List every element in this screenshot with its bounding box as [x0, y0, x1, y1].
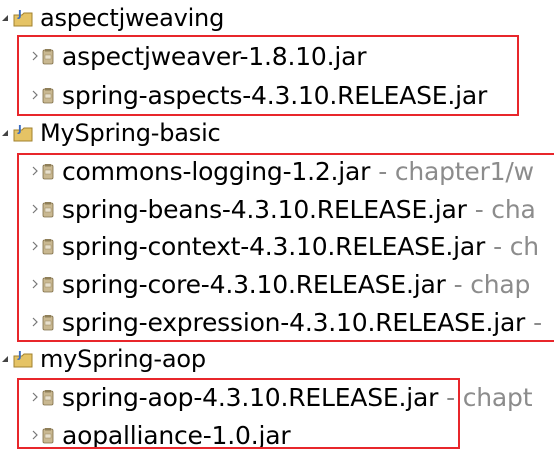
jar-icon	[42, 314, 54, 331]
chevron-collapsed-icon[interactable]	[30, 88, 40, 102]
jar-location-decoration: - chap	[453, 269, 531, 299]
jar-name: spring-beans-4.3.10.RELEASE.jar	[62, 194, 467, 224]
jar-name: spring-context-4.3.10.RELEASE.jar	[62, 231, 486, 261]
chevron-collapsed-icon[interactable]	[30, 164, 40, 178]
chevron-collapsed-icon[interactable]	[30, 277, 40, 291]
jar-icon	[42, 238, 54, 255]
chevron-collapsed-icon[interactable]	[30, 239, 40, 253]
jar-location-decoration: - chapt	[446, 382, 533, 412]
jar-name: commons-logging-1.2.jar	[62, 156, 371, 186]
jar-icon	[42, 201, 54, 218]
jar-location-decoration: - ch	[493, 231, 539, 261]
project-row-myspring-aop[interactable]: J mySpring-aop	[0, 343, 206, 375]
jar-row[interactable]: spring-core-4.3.10.RELEASE.jar - chap	[0, 266, 530, 302]
jar-icon	[42, 87, 54, 104]
jar-row[interactable]: aopalliance-1.0.jar	[0, 417, 291, 453]
chevron-expanded-icon[interactable]	[0, 126, 10, 140]
jar-row[interactable]: spring-beans-4.3.10.RELEASE.jar - cha	[0, 191, 536, 227]
java-project-icon: J	[12, 348, 36, 370]
jar-icon	[42, 276, 54, 293]
jar-location-decoration: - cha	[474, 194, 536, 224]
svg-text:J: J	[17, 9, 22, 20]
project-name: MySpring-basic	[40, 119, 221, 147]
java-project-icon: J	[12, 122, 36, 144]
jar-row[interactable]: spring-aspects-4.3.10.RELEASE.jar	[0, 77, 487, 113]
jar-icon	[42, 427, 54, 444]
chevron-collapsed-icon[interactable]	[30, 49, 40, 63]
jar-icon	[42, 163, 54, 180]
project-name: mySpring-aop	[40, 345, 206, 373]
chevron-expanded-icon[interactable]	[0, 11, 10, 25]
svg-text:J: J	[17, 124, 22, 135]
chevron-collapsed-icon[interactable]	[30, 428, 40, 442]
jar-row[interactable]: spring-context-4.3.10.RELEASE.jar - ch	[0, 228, 539, 264]
project-row-aspectjweaving[interactable]: J aspectjweaving	[0, 2, 224, 34]
jar-icon	[42, 389, 54, 406]
jar-row[interactable]: aspectjweaver-1.8.10.jar	[0, 38, 367, 74]
project-name: aspectjweaving	[40, 4, 225, 32]
project-row-myspring-basic[interactable]: J MySpring-basic	[0, 117, 221, 149]
chevron-expanded-icon[interactable]	[0, 352, 10, 366]
jar-location-decoration: -	[533, 307, 542, 337]
svg-text:J: J	[17, 350, 22, 361]
jar-row[interactable]: commons-logging-1.2.jar - chapter1/w	[0, 153, 534, 189]
jar-name: spring-core-4.3.10.RELEASE.jar	[62, 269, 446, 299]
jar-row[interactable]: spring-aop-4.3.10.RELEASE.jar - chapt	[0, 379, 533, 415]
jar-name: spring-aspects-4.3.10.RELEASE.jar	[62, 80, 488, 110]
jar-name: spring-expression-4.3.10.RELEASE.jar	[62, 307, 526, 337]
jar-row[interactable]: spring-expression-4.3.10.RELEASE.jar -	[0, 304, 542, 340]
jar-icon	[42, 48, 54, 65]
jar-location-decoration: - chapter1/w	[378, 156, 534, 186]
chevron-collapsed-icon[interactable]	[30, 390, 40, 404]
jar-name: aspectjweaver-1.8.10.jar	[62, 41, 367, 71]
chevron-collapsed-icon[interactable]	[30, 315, 40, 329]
chevron-collapsed-icon[interactable]	[30, 202, 40, 216]
java-project-icon: J	[12, 7, 36, 29]
jar-name: aopalliance-1.0.jar	[62, 420, 291, 450]
package-explorer-tree: J aspectjweaving aspectjweaver-1.8.10.ja…	[0, 0, 554, 453]
jar-name: spring-aop-4.3.10.RELEASE.jar	[62, 382, 439, 412]
